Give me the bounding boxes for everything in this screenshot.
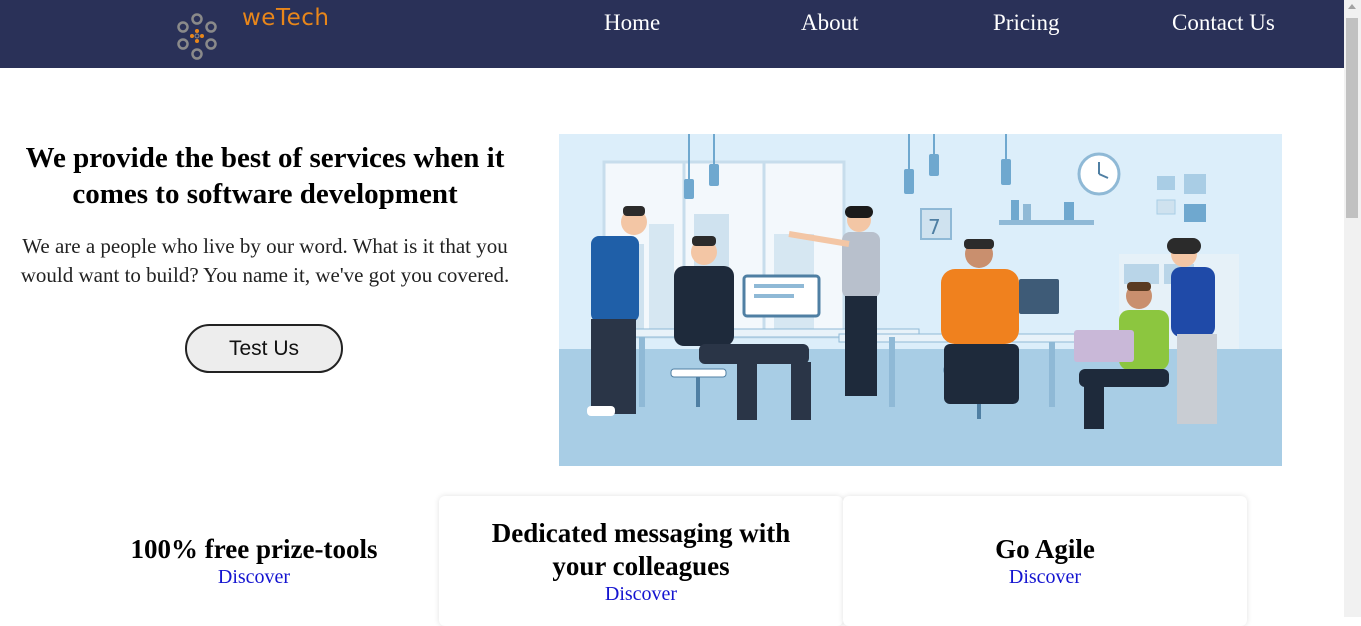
discover-link[interactable]: Discover <box>439 583 843 606</box>
brand-name[interactable]: weTech <box>242 5 329 31</box>
office-team-illustration: 7 <box>559 134 1282 466</box>
feature-card-messaging: Dedicated messaging with your colleagues… <box>439 496 843 626</box>
svg-text:7: 7 <box>928 215 941 239</box>
discover-link[interactable]: Discover <box>52 566 456 589</box>
nav-about[interactable]: About <box>801 10 859 36</box>
logo-icon[interactable] <box>172 12 222 62</box>
feature-title: 100% free prize-tools <box>130 534 378 564</box>
scroll-up-arrow-icon[interactable] <box>1348 4 1356 9</box>
feature-card-free-tools: 100% free prize-tools Discover <box>52 496 456 626</box>
feature-title: Dedicated messaging with your colleagues <box>491 518 791 581</box>
top-navbar: weTech Home About Pricing Contact Us <box>0 0 1344 68</box>
nav-contact-us[interactable]: Contact Us <box>1172 10 1275 36</box>
test-us-button[interactable]: Test Us <box>185 324 343 373</box>
nav-pricing[interactable]: Pricing <box>993 10 1059 36</box>
nav-home[interactable]: Home <box>604 10 660 36</box>
feature-title: Go Agile <box>995 534 1095 564</box>
hero-title: We provide the best of services when it … <box>25 142 505 210</box>
hero-description: We are a people who live by our word. Wh… <box>20 234 510 287</box>
discover-link[interactable]: Discover <box>843 566 1247 589</box>
scrollbar-thumb[interactable] <box>1346 18 1358 218</box>
feature-card-go-agile: Go Agile Discover <box>843 496 1247 626</box>
